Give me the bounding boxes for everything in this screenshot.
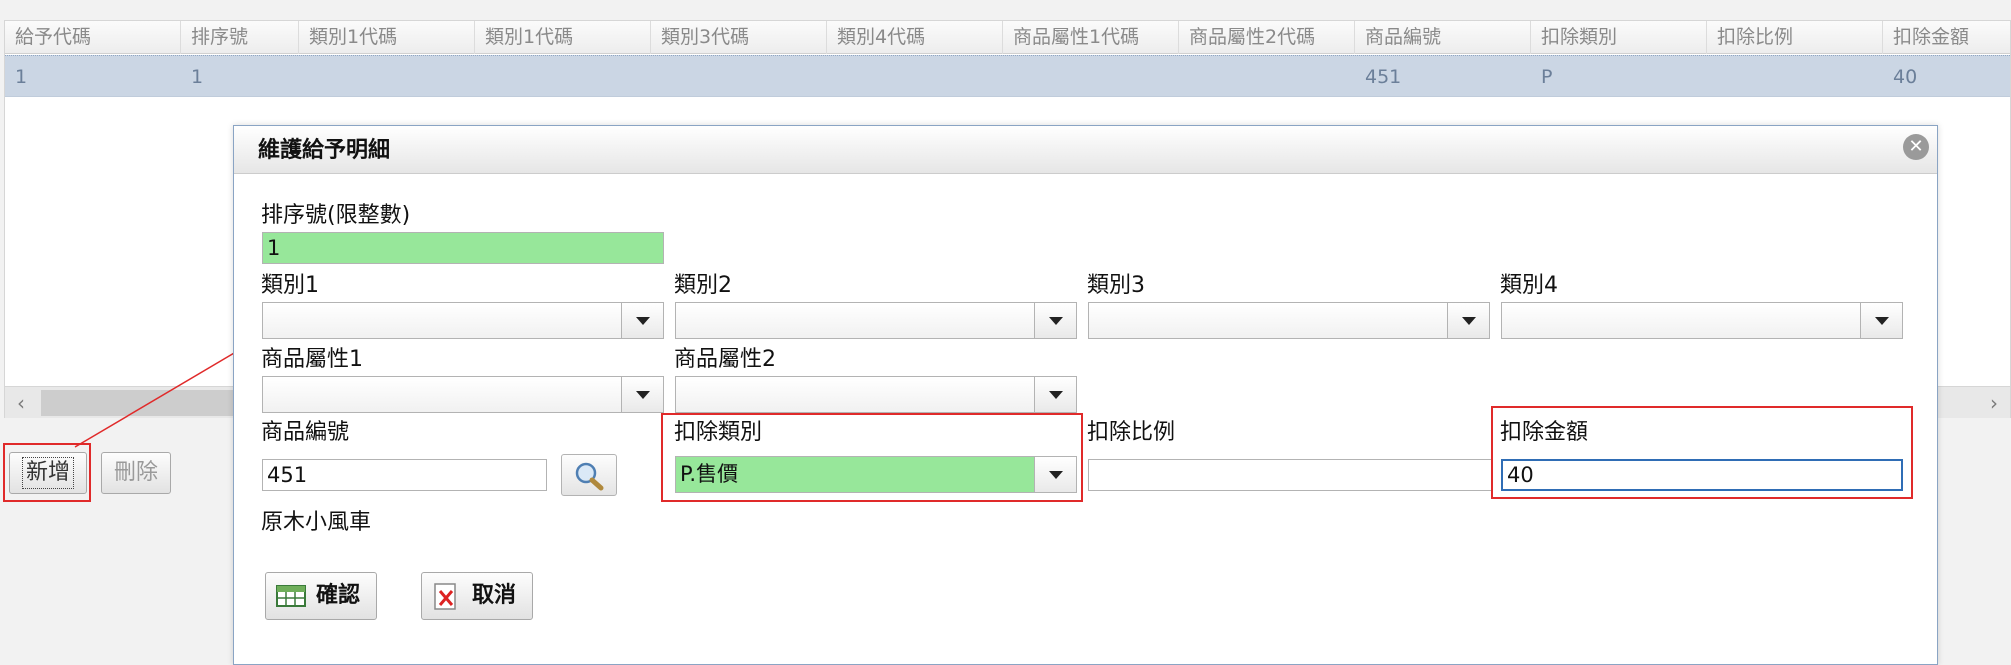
maintain-detail-dialog: 維護給予明細 ✕ 排序號(限整數) 類別1 類別2 類別3 類別4 商品屬性1 … — [233, 125, 1938, 665]
cell-deduct-ratio — [1707, 56, 1717, 98]
close-icon[interactable]: ✕ — [1903, 134, 1929, 160]
product-no-label: 商品編號 — [261, 420, 350, 445]
cell-sort-no: 1 — [191, 66, 204, 88]
dialog-title: 維護給予明細 — [258, 138, 391, 163]
cat1-select[interactable] — [262, 302, 664, 339]
col-header-cat1-code[interactable]: 類別1代碼 — [299, 21, 475, 54]
cat3-label: 類別3 — [1087, 273, 1145, 298]
attr2-label: 商品屬性2 — [674, 347, 776, 372]
scroll-left-icon[interactable]: ‹ — [5, 387, 37, 419]
chevron-down-icon[interactable] — [621, 377, 663, 412]
cancel-button-label: 取消 — [472, 583, 517, 608]
col-header-give-code[interactable]: 給予代碼 — [5, 21, 181, 54]
cat2-select[interactable] — [675, 302, 1077, 339]
chevron-down-icon[interactable] — [1034, 303, 1076, 338]
delete-button[interactable]: 刪除 — [101, 452, 172, 494]
deduct-ratio-input[interactable] — [1088, 459, 1492, 491]
cancel-icon — [434, 583, 456, 610]
col-header-cat4-code[interactable]: 類別4代碼 — [827, 21, 1003, 54]
cell-cat3-code — [651, 56, 661, 98]
add-button-highlight — [3, 443, 91, 502]
product-no-input[interactable] — [262, 459, 547, 491]
cell-deduct-amount: 40 — [1893, 66, 1918, 88]
delete-button-label: 刪除 — [114, 460, 159, 485]
cat1-label: 類別1 — [261, 273, 319, 298]
table-row[interactable]: 1 1 451 P 40 — [5, 55, 2010, 97]
confirm-button[interactable]: 確認 — [265, 572, 377, 620]
deduct-type-highlight — [661, 413, 1083, 502]
chevron-down-icon[interactable] — [1860, 303, 1902, 338]
cell-give-code: 1 — [15, 66, 28, 88]
cell-cat1-code — [299, 56, 309, 98]
col-header-attr1-code[interactable]: 商品屬性1代碼 — [1003, 21, 1179, 54]
col-header-sort-no[interactable]: 排序號 — [181, 21, 299, 54]
deduct-amount-highlight — [1491, 406, 1913, 499]
cell-cat4-code — [827, 56, 837, 98]
cell-product-no: 451 — [1365, 66, 1402, 88]
cat4-value — [1502, 303, 1860, 338]
col-header-deduct-ratio[interactable]: 扣除比例 — [1707, 21, 1883, 54]
cat3-value — [1089, 303, 1447, 338]
col-header-product-no[interactable]: 商品編號 — [1355, 21, 1531, 54]
chevron-down-icon[interactable] — [621, 303, 663, 338]
dialog-titlebar[interactable]: 維護給予明細 ✕ — [234, 126, 1937, 174]
cell-deduct-type: P — [1541, 66, 1553, 88]
cat4-select[interactable] — [1501, 302, 1903, 339]
scroll-right-icon[interactable]: › — [1978, 387, 2010, 419]
cat4-label: 類別4 — [1500, 273, 1558, 298]
col-header-deduct-type[interactable]: 扣除類別 — [1531, 21, 1707, 54]
cat3-select[interactable] — [1088, 302, 1490, 339]
chevron-down-icon[interactable] — [1447, 303, 1489, 338]
attr1-value — [263, 377, 621, 412]
cat1-value — [263, 303, 621, 338]
col-header-deduct-amount[interactable]: 扣除金額 — [1883, 21, 2011, 54]
sort-no-label: 排序號(限整數) — [261, 203, 411, 228]
attr2-value — [676, 377, 1034, 412]
cat2-value — [676, 303, 1034, 338]
sort-no-input[interactable] — [262, 232, 664, 264]
product-name: 原木小風車 — [261, 510, 372, 535]
col-header-cat2-code[interactable]: 類別1代碼 — [475, 21, 651, 54]
confirm-button-label: 確認 — [316, 583, 361, 608]
table-icon — [276, 585, 306, 607]
col-header-attr2-code[interactable]: 商品屬性2代碼 — [1179, 21, 1355, 54]
attr2-select[interactable] — [675, 376, 1077, 413]
cancel-button[interactable]: 取消 — [421, 572, 533, 620]
product-search-button[interactable] — [561, 454, 617, 496]
chevron-down-icon[interactable] — [1034, 377, 1076, 412]
cell-cat2-code — [475, 56, 485, 98]
cell-attr2-code — [1179, 56, 1189, 98]
attr1-select[interactable] — [262, 376, 664, 413]
magnifier-icon — [575, 462, 604, 491]
cell-attr1-code — [1003, 56, 1013, 98]
grid-header: 給予代碼 排序號 類別1代碼 類別1代碼 類別3代碼 類別4代碼 商品屬性1代碼… — [5, 21, 2010, 54]
cat2-label: 類別2 — [674, 273, 732, 298]
col-header-cat3-code[interactable]: 類別3代碼 — [651, 21, 827, 54]
attr1-label: 商品屬性1 — [261, 347, 363, 372]
deduct-ratio-label: 扣除比例 — [1087, 420, 1176, 445]
scroll-thumb[interactable] — [41, 390, 241, 416]
